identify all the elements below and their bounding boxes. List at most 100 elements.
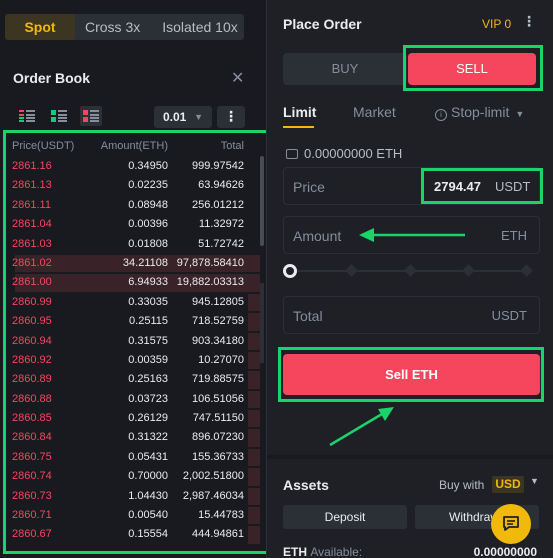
row-total: 945.12805 xyxy=(192,295,244,308)
order-book-table: Price(USDT) Amount(ETH) Total 2861.16 0.3… xyxy=(3,130,271,554)
tab-cross[interactable]: Cross 3x xyxy=(79,14,146,40)
tick-size-select[interactable]: 0.01 ▼ xyxy=(154,106,212,128)
row-total: 155.36733 xyxy=(192,450,244,463)
chat-support-button[interactable] xyxy=(491,504,531,544)
slider-mark-75[interactable] xyxy=(462,264,475,277)
slider-mark-25[interactable] xyxy=(345,264,358,277)
row-amount: 0.70000 xyxy=(128,470,168,483)
row-total: 106.51056 xyxy=(192,392,244,405)
margin-mode-tabs: Spot Cross 3x Isolated 10x xyxy=(5,14,244,40)
tick-size-value: 0.01 xyxy=(163,110,187,124)
buy-tab-button[interactable]: BUY xyxy=(283,53,407,85)
tab-limit[interactable]: Limit xyxy=(283,104,316,120)
row-price: 2860.75 xyxy=(12,450,52,463)
depth-bar xyxy=(247,390,260,409)
order-book-row[interactable]: 2860.71 0.00540 15.44783 xyxy=(6,506,268,525)
depth-bar xyxy=(247,526,260,544)
order-book-row[interactable]: 2860.94 0.31575 903.34180 xyxy=(6,332,268,351)
chat-icon xyxy=(503,516,519,531)
vip-badge[interactable]: VIP 0 xyxy=(482,17,511,31)
order-book-row[interactable]: 2860.84 0.31322 896.07230 xyxy=(6,428,268,447)
sell-tab-button[interactable]: SELL xyxy=(408,53,536,85)
total-field[interactable]: Total USDT xyxy=(283,296,540,334)
order-book-row[interactable]: 2860.92 0.00359 10.27070 xyxy=(6,351,268,370)
row-total: 256.01212 xyxy=(192,198,244,211)
order-book-row[interactable]: 2861.04 0.00396 11.32972 xyxy=(6,215,268,234)
currency-selector[interactable]: USD xyxy=(492,476,524,493)
tab-isolated[interactable]: Isolated 10x xyxy=(156,14,244,40)
view-asks-icon[interactable] xyxy=(80,106,102,126)
order-book-row[interactable]: 2861.13 0.02235 63.94626 xyxy=(6,176,268,195)
row-price: 2860.92 xyxy=(12,353,52,366)
order-book-row[interactable]: 2860.75 0.05431 155.36733 xyxy=(6,448,268,467)
col-total-header: Total xyxy=(220,140,244,152)
row-total: 444.94861 xyxy=(192,528,244,541)
caret-down-icon[interactable]: ▼ xyxy=(530,476,539,486)
col-amount-header: Amount(ETH) xyxy=(100,140,168,152)
order-book-row[interactable]: 2861.11 0.08948 256.01212 xyxy=(6,196,268,215)
row-total: 10.27070 xyxy=(198,353,244,366)
row-total: 903.34180 xyxy=(192,334,244,347)
close-icon[interactable]: ✕ xyxy=(231,68,244,88)
sell-eth-button[interactable]: Sell ETH xyxy=(283,354,540,395)
price-input-value[interactable]: 2794.47 xyxy=(434,179,481,194)
info-icon: i xyxy=(435,109,447,121)
order-book-row[interactable]: 2861.03 0.01808 51.72742 xyxy=(6,235,268,254)
order-book-row[interactable]: 2860.73 1.04430 2,987.46034 xyxy=(6,487,268,506)
order-book-row[interactable]: 2861.16 0.34950 999.97542 xyxy=(6,157,268,176)
row-total: 11.32972 xyxy=(198,218,244,231)
row-amount: 0.00359 xyxy=(128,353,168,366)
amount-slider-handle[interactable] xyxy=(283,264,297,278)
total-unit: USDT xyxy=(491,308,527,323)
depth-bar xyxy=(247,410,260,428)
slider-mark-100[interactable] xyxy=(520,264,533,277)
tab-spot[interactable]: Spot xyxy=(5,14,75,40)
row-total: 51.72742 xyxy=(198,237,244,250)
row-amount: 0.26129 xyxy=(128,412,168,425)
order-book-row[interactable]: 2860.95 0.25115 718.52759 xyxy=(6,312,268,331)
buy-with-label: Buy with xyxy=(439,478,485,492)
row-amount: 0.15554 xyxy=(128,528,168,541)
amount-field[interactable]: Amount ETH xyxy=(283,216,540,254)
row-amount: 0.05431 xyxy=(128,450,168,463)
row-amount: 0.31322 xyxy=(128,431,168,444)
slider-mark-50[interactable] xyxy=(404,264,417,277)
order-book-row[interactable]: 2860.99 0.33035 945.12805 xyxy=(6,293,268,312)
row-price: 2861.16 xyxy=(12,160,52,172)
row-price: 2861.02 xyxy=(12,256,52,269)
row-total: 2,002.51800 xyxy=(182,470,244,483)
depth-bar xyxy=(247,487,260,506)
order-book-row[interactable]: 2860.89 0.25163 719.88575 xyxy=(6,370,268,389)
view-bids-icon[interactable] xyxy=(48,106,70,126)
row-amount: 0.00540 xyxy=(128,509,168,522)
more-options-icon[interactable]: ⋮ xyxy=(217,106,245,128)
order-book-row[interactable]: 2860.88 0.03723 106.51056 xyxy=(6,390,268,409)
price-unit: USDT xyxy=(495,179,531,194)
order-book-row[interactable]: 2860.67 0.15554 444.94861 xyxy=(6,525,268,544)
amount-unit: ETH xyxy=(501,228,527,243)
row-total: 896.07230 xyxy=(192,431,244,444)
eth-available-label: ETH Available: xyxy=(283,545,362,558)
row-price: 2860.88 xyxy=(12,392,52,405)
view-both-icon[interactable] xyxy=(16,106,38,126)
order-book-row[interactable]: 2861.00 6.94933 19,882.03313 xyxy=(6,273,268,292)
row-price: 2860.89 xyxy=(12,373,52,386)
deposit-button[interactable]: Deposit xyxy=(283,505,407,529)
row-price: 2861.11 xyxy=(12,198,51,211)
order-book-row[interactable]: 2860.85 0.26129 747.51150 xyxy=(6,409,268,428)
row-amount: 0.01808 xyxy=(128,237,168,250)
menu-icon[interactable]: ⋮ xyxy=(522,13,536,30)
order-book-row[interactable]: 2860.74 0.70000 2,002.51800 xyxy=(6,467,268,486)
scrollbar-thumb[interactable] xyxy=(260,156,264,246)
available-balance: 0.00000000 ETH xyxy=(286,146,402,161)
order-book-row[interactable]: 2861.02 34.21108 97,878.58410 xyxy=(6,254,268,273)
row-total: 747.51150 xyxy=(192,412,244,425)
tab-market[interactable]: Market xyxy=(353,104,396,120)
row-total: 719.88575 xyxy=(192,373,244,386)
row-amount: 0.25115 xyxy=(129,315,168,328)
order-book-header: Price(USDT) Amount(ETH) Total xyxy=(6,133,268,157)
caret-down-icon: ▼ xyxy=(194,112,203,122)
order-book-title: Order Book xyxy=(13,70,91,86)
tab-stop-limit[interactable]: i Stop-limit ▼ xyxy=(435,104,524,121)
row-price: 2861.03 xyxy=(12,237,52,250)
